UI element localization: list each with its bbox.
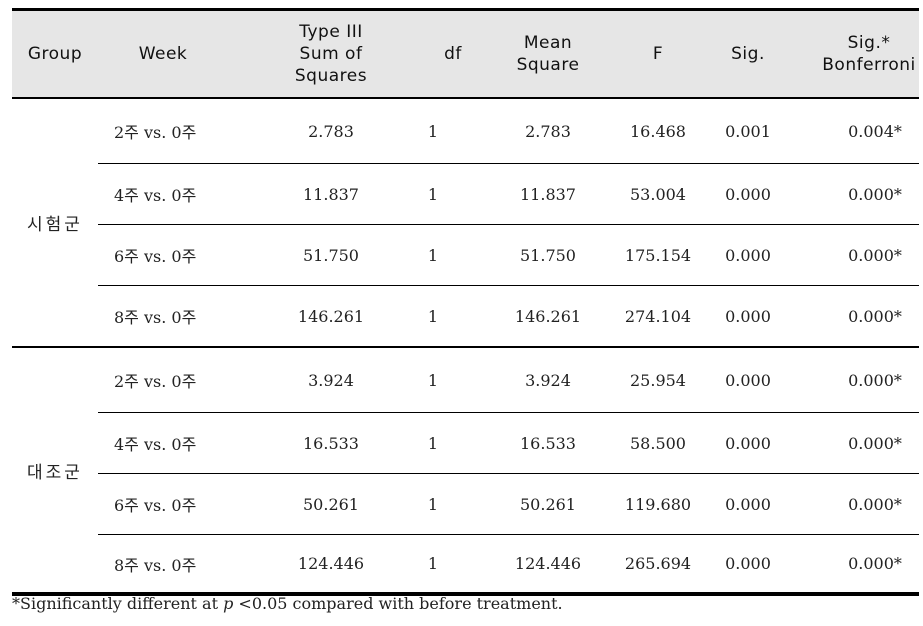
header-week: Week xyxy=(138,44,188,64)
cell-ms: 2.783 xyxy=(525,121,571,141)
cell-df: 1 xyxy=(427,433,439,453)
header-sig: Sig. xyxy=(731,44,765,64)
cell-f: 53.004 xyxy=(630,184,686,204)
table-header: Group Week Type III Sum of Squares df Me… xyxy=(12,11,919,99)
cell-week: 6주 vs. 0주 xyxy=(114,496,197,515)
cell-ms: 51.750 xyxy=(520,245,576,265)
table-row: 4주 vs. 0주 11.837 1 11.837 53.004 0.000 0… xyxy=(98,163,919,224)
cell-ss: 3.924 xyxy=(308,370,354,390)
header-ss-line-3: Squares xyxy=(294,66,368,86)
cell-sig: 0.000 xyxy=(725,554,771,573)
cell-ss: 50.261 xyxy=(303,494,359,514)
cell-bonferroni: 0.000* xyxy=(848,306,902,326)
table-row: 8주 vs. 0주 146.261 1 146.261 274.104 0.00… xyxy=(98,285,919,346)
group-label: 시험군 xyxy=(27,215,83,235)
cell-ss: 11.837 xyxy=(303,184,359,204)
cell-ss: 16.533 xyxy=(303,433,359,453)
cell-f: 58.500 xyxy=(630,433,686,453)
header-bon-line-2: Bonferroni xyxy=(822,55,916,75)
cell-f: 274.104 xyxy=(624,306,692,326)
cell-sig: 0.000 xyxy=(725,494,771,514)
cell-sig: 0.001 xyxy=(725,121,771,141)
cell-sig: 0.000 xyxy=(725,245,771,265)
table-row: 2주 vs. 0주 3.924 1 3.924 25.954 0.000 0.0… xyxy=(98,348,919,412)
cell-df: 1 xyxy=(427,184,439,204)
header-ss-line-2: Sum of xyxy=(299,44,363,64)
cell-bonferroni: 0.000* xyxy=(848,433,902,453)
cell-f: 175.154 xyxy=(624,245,692,265)
cell-bonferroni: 0.000* xyxy=(848,245,902,265)
cell-sig: 0.000 xyxy=(725,306,771,326)
header-ms-line-2: Square xyxy=(516,55,580,75)
header-group: Group xyxy=(27,44,83,64)
header-bon-line-1: Sig.* xyxy=(847,33,891,53)
anova-table: Group Week Type III Sum of Squares df Me… xyxy=(12,8,919,596)
cell-f: 119.680 xyxy=(624,494,692,514)
cell-df: 1 xyxy=(427,245,439,265)
cell-df: 1 xyxy=(427,494,439,514)
cell-df: 1 xyxy=(427,306,439,326)
header-ms-line-1: Mean xyxy=(523,33,573,53)
cell-ss: 51.750 xyxy=(303,245,359,265)
cell-bonferroni: 0.000* xyxy=(848,370,902,390)
cell-f: 25.954 xyxy=(630,370,686,390)
table-row: 6주 vs. 0주 50.261 1 50.261 119.680 0.000 … xyxy=(98,473,919,534)
cell-ss: 2.783 xyxy=(308,121,354,141)
cell-bonferroni: 0.000* xyxy=(848,184,902,204)
table-body: 시험군 2주 vs. 0주 2.783 1 2.783 16.468 0.001… xyxy=(12,99,919,592)
footnote-suffix: <0.05 compared with before treatment. xyxy=(233,594,563,613)
cell-week: 8주 vs. 0주 xyxy=(114,308,197,327)
header-mean-square: Mean Square xyxy=(478,11,618,97)
cell-bonferroni: 0.000* xyxy=(848,494,902,514)
cell-df: 1 xyxy=(427,121,439,141)
cell-week: 8주 vs. 0주 xyxy=(114,555,197,575)
group-control: 대조군 2주 vs. 0주 3.924 1 3.924 25.954 0.000… xyxy=(12,346,919,592)
cell-sig: 0.000 xyxy=(725,370,771,390)
cell-sig: 0.000 xyxy=(725,433,771,453)
cell-week: 2주 vs. 0주 xyxy=(114,123,197,142)
cell-week: 4주 vs. 0주 xyxy=(114,186,197,205)
cell-ms: 3.924 xyxy=(525,370,571,390)
cell-ms: 50.261 xyxy=(520,494,576,514)
cell-f: 16.468 xyxy=(630,121,686,141)
cell-week: 6주 vs. 0주 xyxy=(114,247,197,266)
cell-ms: 16.533 xyxy=(520,433,576,453)
table-row: 6주 vs. 0주 51.750 1 51.750 175.154 0.000 … xyxy=(98,224,919,285)
header-sum-of-squares: Type III Sum of Squares xyxy=(266,11,396,97)
cell-ss: 124.446 xyxy=(297,554,365,573)
cell-df: 1 xyxy=(427,554,439,573)
group-label: 대조군 xyxy=(27,462,83,483)
cell-bonferroni: 0.004* xyxy=(848,121,902,141)
footnote: *Significantly different at p <0.05 comp… xyxy=(12,594,563,613)
table-row: 4주 vs. 0주 16.533 1 16.533 58.500 0.000 0… xyxy=(98,412,919,473)
cell-week: 4주 vs. 0주 xyxy=(114,435,197,454)
cell-bonferroni: 0.000* xyxy=(848,554,902,573)
cell-ms: 146.261 xyxy=(514,306,582,326)
cell-sig: 0.000 xyxy=(725,184,771,204)
header-f: F xyxy=(652,44,664,64)
table-row: 8주 vs. 0주 124.446 1 124.446 265.694 0.00… xyxy=(98,534,919,592)
table-row: 2주 vs. 0주 2.783 1 2.783 16.468 0.001 0.0… xyxy=(98,99,919,163)
header-ss-line-1: Type III xyxy=(299,22,363,42)
cell-ms: 124.446 xyxy=(514,554,582,573)
cell-week: 2주 vs. 0주 xyxy=(114,372,197,391)
cell-df: 1 xyxy=(427,370,439,390)
footnote-prefix: *Significantly different at xyxy=(12,594,224,613)
header-sig-bonferroni: Sig.* Bonferroni xyxy=(804,11,923,97)
group-test: 시험군 2주 vs. 0주 2.783 1 2.783 16.468 0.001… xyxy=(12,99,919,346)
cell-ms: 11.837 xyxy=(520,184,576,204)
cell-ss: 146.261 xyxy=(297,306,365,326)
cell-f: 265.694 xyxy=(624,554,692,573)
footnote-p-symbol: p xyxy=(223,594,234,613)
